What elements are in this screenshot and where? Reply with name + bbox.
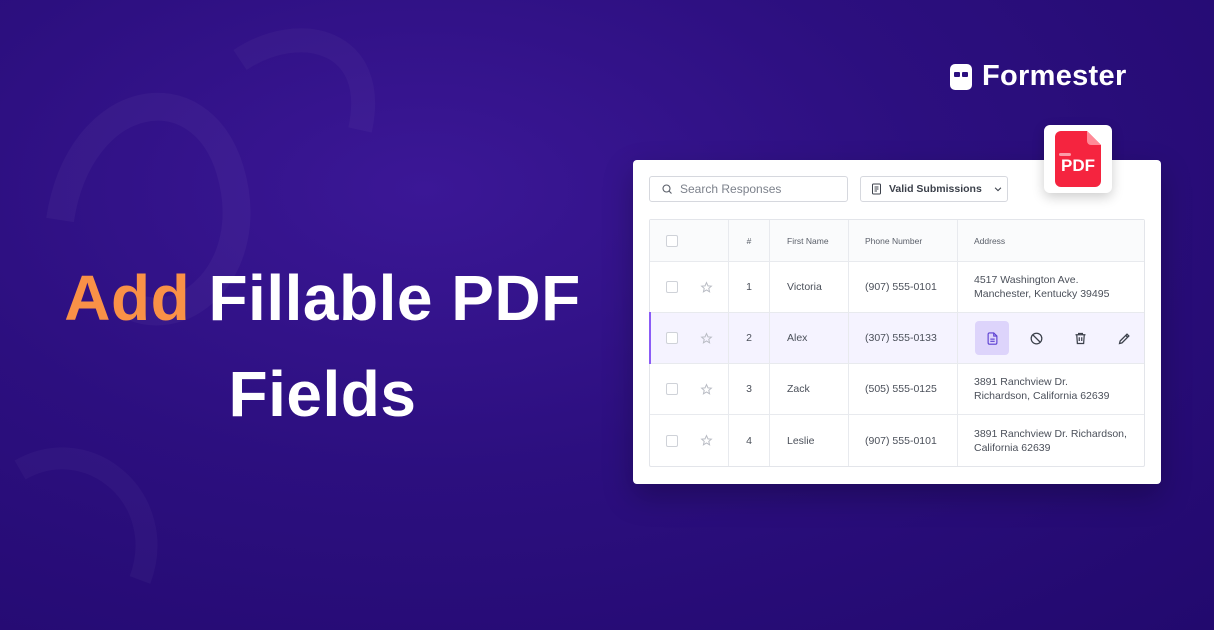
row-select-cell	[650, 364, 729, 414]
row-number: 3	[729, 364, 770, 414]
row-address: 3891 Ranchview Dr. Richardson, Californi…	[958, 415, 1144, 466]
row-checkbox[interactable]	[666, 383, 678, 395]
edit-button[interactable]	[1107, 321, 1141, 355]
headline: Add Fillable PDF Fields	[30, 250, 615, 442]
search-icon	[662, 184, 672, 194]
delete-button[interactable]	[1063, 321, 1097, 355]
row-address: 4517 Washington Ave. Manchester, Kentuck…	[958, 262, 1144, 312]
block-button[interactable]	[1019, 321, 1053, 355]
pdf-badge: PDF	[1044, 125, 1112, 193]
headline-line-2: Fields	[228, 358, 417, 430]
row-address-line-2: California 62639	[974, 441, 1051, 454]
row-checkbox[interactable]	[666, 434, 678, 447]
edit-pencil-icon	[1118, 332, 1130, 344]
row-phone: (907) 555-0101	[849, 415, 958, 466]
row-phone: (907) 555-0101	[849, 262, 958, 312]
row-address-line-1: 3891 Ranchview Dr.	[974, 376, 1068, 388]
pdf-document-icon	[987, 331, 997, 345]
row-first-name: Zack	[770, 364, 849, 414]
generate-pdf-button[interactable]	[975, 321, 1009, 355]
row-first-name: Alex	[770, 313, 849, 363]
column-header-first-name[interactable]: First Name	[770, 220, 849, 261]
brand-name: Formester	[982, 60, 1127, 92]
responses-table: # First Name Phone Number Address 1 Vict…	[649, 219, 1145, 467]
select-all-checkbox[interactable]	[666, 234, 678, 247]
table-row[interactable]: 3 Zack (505) 555-0125 3891 Ranchview Dr.…	[650, 364, 1144, 415]
responses-card: Valid Submissions # First Name Phone Num…	[633, 160, 1161, 484]
row-address-line-1: 4517 Washington Ave.	[974, 274, 1079, 286]
headline-line-1-text: Fillable PDF	[208, 262, 581, 334]
row-phone: (307) 555-0133	[849, 313, 958, 363]
star-icon[interactable]	[700, 331, 713, 345]
formester-logo-icon	[950, 63, 972, 90]
filter-label: Valid Submissions	[889, 183, 982, 195]
column-header-number[interactable]: #	[729, 220, 770, 261]
row-number: 2	[729, 313, 770, 363]
column-header-address[interactable]: Address	[958, 220, 1144, 261]
pdf-badge-label: PDF	[1061, 156, 1095, 175]
star-icon[interactable]	[700, 434, 713, 447]
block-icon	[1030, 332, 1042, 344]
table-row[interactable]: 1 Victoria (907) 555-0101 4517 Washingto…	[650, 262, 1144, 313]
row-checkbox[interactable]	[666, 332, 678, 344]
star-icon[interactable]	[700, 382, 713, 396]
row-number: 4	[729, 415, 770, 466]
headline-line-1: Add Fillable PDF	[30, 250, 615, 346]
chevron-down-icon	[994, 187, 1002, 192]
table-row[interactable]: 4 Leslie (907) 555-0101 3891 Ranchview D…	[650, 415, 1144, 466]
row-address-line-1: 3891 Ranchview Dr. Richardson,	[974, 427, 1127, 440]
trash-icon	[1075, 332, 1085, 344]
table-header-row: # First Name Phone Number Address	[650, 220, 1144, 262]
row-select-cell	[650, 262, 729, 312]
row-number: 1	[729, 262, 770, 312]
document-icon	[872, 183, 881, 195]
header-select-cell	[650, 220, 729, 261]
brand-logo: Formester	[950, 60, 1127, 93]
table-row-selected[interactable]: 2 Alex (307) 555-0133	[649, 312, 1144, 364]
row-first-name: Victoria	[770, 262, 849, 312]
submissions-filter-dropdown[interactable]: Valid Submissions	[860, 176, 1008, 202]
row-address-line-2: Manchester, Kentucky 39495	[974, 288, 1110, 300]
star-icon[interactable]	[700, 280, 713, 294]
row-select-cell	[650, 415, 729, 466]
row-actions	[958, 313, 1144, 363]
row-checkbox[interactable]	[666, 281, 678, 293]
row-phone: (505) 555-0125	[849, 364, 958, 414]
row-first-name: Leslie	[770, 415, 849, 466]
pdf-file-icon: PDF	[1055, 131, 1101, 187]
row-select-cell	[650, 313, 729, 363]
row-address-line-2: Richardson, California 62639	[974, 390, 1110, 402]
headline-accent: Add	[64, 262, 191, 334]
row-address: 3891 Ranchview Dr. Richardson, Californi…	[958, 364, 1144, 414]
search-box[interactable]	[649, 176, 848, 202]
search-input[interactable]	[680, 182, 830, 196]
column-header-phone-number[interactable]: Phone Number	[849, 220, 958, 261]
